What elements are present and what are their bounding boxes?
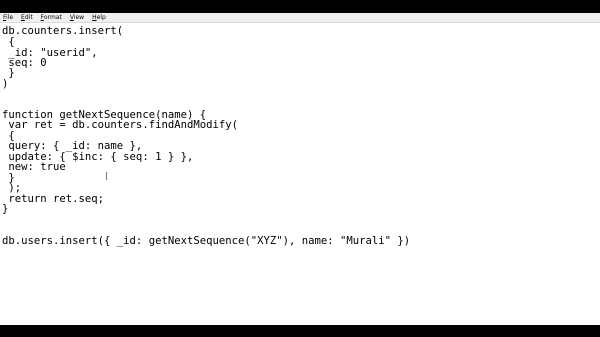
code-line: db.counters.insert( bbox=[2, 25, 124, 37]
text-cursor bbox=[106, 172, 107, 180]
menu-view[interactable]: View bbox=[70, 13, 84, 23]
code-line: return ret.seq; bbox=[2, 193, 105, 205]
code-line: ) bbox=[2, 78, 9, 90]
code-line: db.users.insert({ _id: getNextSequence("… bbox=[2, 235, 411, 247]
text-editor-area[interactable]: db.counters.insert( { _id: "userid", seq… bbox=[0, 24, 600, 325]
menu-format[interactable]: Format bbox=[41, 13, 62, 23]
menu-edit[interactable]: Edit bbox=[21, 13, 33, 23]
notepad-window: File Edit Format View Help db.counters.i… bbox=[0, 13, 600, 325]
code-line: var ret = db.counters.findAndModify( bbox=[2, 119, 238, 131]
menu-help[interactable]: Help bbox=[92, 13, 106, 23]
menu-file[interactable]: File bbox=[3, 13, 13, 23]
menu-bar: File Edit Format View Help bbox=[0, 13, 600, 23]
video-top-letterbox bbox=[0, 0, 600, 13]
code-line: } bbox=[2, 203, 9, 215]
video-bottom-letterbox bbox=[0, 325, 600, 337]
